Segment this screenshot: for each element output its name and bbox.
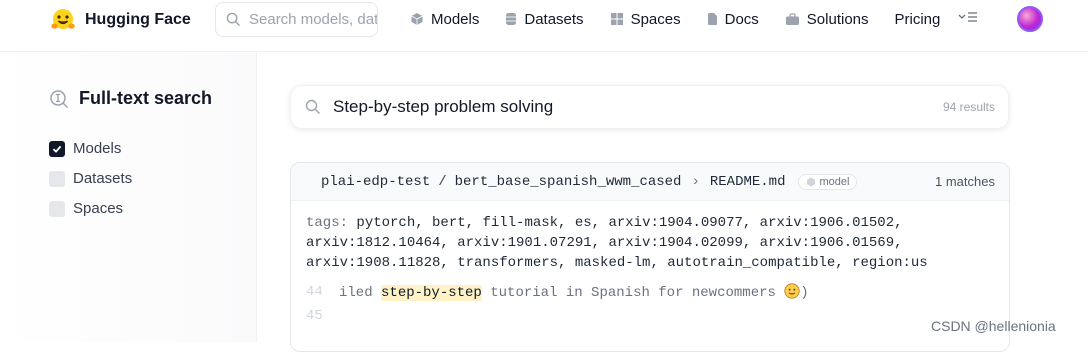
nav-datasets[interactable]: Datasets	[505, 10, 584, 28]
main-nav: Models Datasets Spaces Docs Solutions Pr…	[410, 9, 962, 29]
smiley-emoji-icon	[784, 283, 800, 299]
nav-pricing[interactable]: Pricing	[895, 11, 941, 28]
search-icon	[226, 12, 241, 27]
user-avatar[interactable]	[1017, 6, 1043, 32]
grid-icon	[610, 12, 624, 26]
full-text-search-icon	[50, 89, 69, 108]
tags-key: tags:	[306, 215, 349, 231]
repo-type-badge: model	[797, 173, 858, 190]
result-path: plai-edp-test / bert_base_spanish_wwm_ca…	[321, 173, 858, 190]
result-header: plai-edp-test / bert_base_spanish_wwm_ca…	[291, 163, 1009, 201]
results-count: 94 results	[942, 100, 995, 114]
nav-spaces-label: Spaces	[630, 10, 681, 28]
nav-pricing-label: Pricing	[894, 10, 941, 28]
nav-solutions[interactable]: Solutions	[785, 11, 869, 28]
more-menu-button[interactable]	[958, 11, 978, 26]
watermark-text: CSDN @hellenionia	[931, 318, 1056, 334]
tags-block: tags: pytorch, bert, fill-mask, es, arxi…	[306, 213, 1009, 273]
search-query-text[interactable]: Step-by-step problem solving	[333, 97, 943, 117]
filter-models-label: Models	[73, 140, 122, 157]
code-text: iled step-by-step tutorial in Spanish fo…	[339, 283, 809, 301]
nav-models[interactable]: Models	[410, 11, 479, 28]
global-search-input[interactable]	[249, 11, 377, 28]
file-name-link[interactable]: README.md	[710, 174, 786, 190]
nav-docs[interactable]: Docs	[707, 11, 759, 28]
menu-more-icon	[958, 12, 977, 22]
path-separator: /	[438, 173, 447, 190]
filter-spaces-label: Spaces	[73, 200, 124, 217]
global-search-box[interactable]	[215, 2, 378, 37]
result-body: tags: pytorch, bert, fill-mask, es, arxi…	[291, 201, 1009, 328]
code-tail: )	[800, 285, 809, 301]
tags-line-1: pytorch, bert, fill-mask, es, arxiv:1904…	[348, 215, 903, 231]
checkbox-unchecked-icon[interactable]	[49, 200, 65, 217]
cube-icon	[410, 12, 424, 26]
model-icon	[806, 177, 815, 186]
sidebar-title: Full-text search	[79, 88, 213, 108]
docs-icon	[707, 12, 718, 26]
briefcase-icon	[785, 12, 800, 26]
matches-count: 1 matches	[935, 174, 995, 189]
line-number: 45	[306, 308, 323, 324]
code-line: 45	[306, 304, 1009, 328]
search-icon	[305, 99, 320, 114]
nav-spaces[interactable]: Spaces	[610, 11, 681, 28]
database-icon	[505, 12, 517, 26]
search-sidebar: Full-text search Models Datasets Spaces	[0, 52, 257, 342]
filter-datasets[interactable]: Datasets	[49, 170, 132, 187]
code-suffix: tutorial in Spanish for newcommers	[481, 285, 785, 301]
line-number: 44	[306, 284, 323, 300]
brand-logo[interactable]: Hugging Face	[50, 7, 191, 33]
top-navbar: Hugging Face Models Datasets Spaces	[0, 0, 1088, 52]
match-highlight: step-by-step	[381, 285, 482, 301]
nav-docs-label: Docs	[724, 10, 759, 28]
filter-models[interactable]: Models	[49, 140, 121, 157]
repo-owner-link[interactable]: plai-edp-test	[321, 174, 430, 190]
checkbox-unchecked-icon[interactable]	[49, 170, 65, 187]
nav-solutions-label: Solutions	[806, 10, 869, 28]
tags-line-3: arxiv:1908.11828, transformers, masked-l…	[306, 255, 928, 271]
full-text-search-box[interactable]: Step-by-step problem solving 94 results	[290, 85, 1009, 129]
filter-spaces[interactable]: Spaces	[49, 200, 123, 217]
chevron-right-icon: ›	[691, 173, 700, 190]
filter-datasets-label: Datasets	[73, 170, 133, 187]
badge-label: model	[819, 175, 850, 188]
hugging-face-logo-icon	[51, 9, 75, 29]
code-prefix: iled	[339, 285, 382, 301]
sidebar-header: Full-text search	[49, 88, 212, 109]
checkbox-checked-icon[interactable]	[49, 140, 65, 157]
search-result-card: plai-edp-test / bert_base_spanish_wwm_ca…	[290, 162, 1010, 352]
nav-models-label: Models	[431, 10, 480, 28]
tags-line-2: arxiv:1812.10464, arxiv:1901.07291, arxi…	[306, 235, 903, 251]
code-line: 44 iled step-by-step tutorial in Spanish…	[306, 280, 1009, 304]
brand-name: Hugging Face	[85, 11, 191, 28]
repo-name-link[interactable]: bert_base_spanish_wwm_cased	[455, 174, 682, 190]
nav-datasets-label: Datasets	[524, 10, 584, 28]
